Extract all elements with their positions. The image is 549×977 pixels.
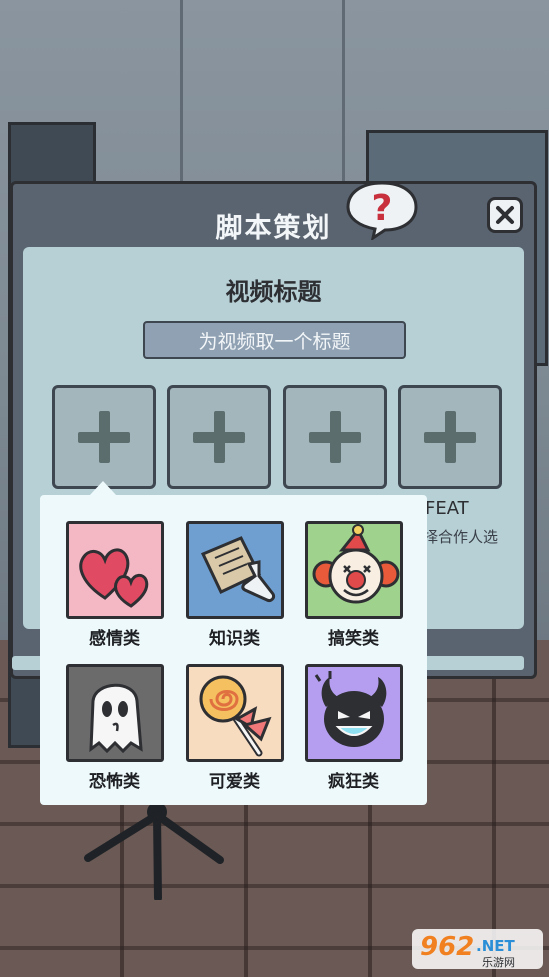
paper-flask-icon bbox=[185, 521, 284, 619]
site-watermark-logo: 962 .NET 乐游网 bbox=[412, 929, 543, 969]
lollipop-icon bbox=[185, 664, 284, 762]
category-label: 感情类 bbox=[89, 629, 140, 649]
devil-icon bbox=[304, 664, 403, 762]
category-label: 疯狂类 bbox=[328, 772, 379, 792]
category-label: 恐怖类 bbox=[89, 772, 140, 792]
category-label: 知识类 bbox=[209, 629, 260, 649]
feat-label: FEAT bbox=[425, 498, 469, 519]
svg-text:?: ? bbox=[372, 188, 393, 229]
video-title-input[interactable]: 为视频取一个标题 bbox=[143, 321, 406, 359]
svg-text:乐游网: 乐游网 bbox=[482, 956, 515, 969]
collab-hint: 择合作人选 bbox=[423, 528, 499, 546]
close-button[interactable] bbox=[487, 197, 523, 233]
category-knowledge[interactable]: 知识类 bbox=[183, 521, 286, 649]
video-title-heading: 视频标题 bbox=[225, 278, 322, 306]
popup-pointer bbox=[89, 481, 117, 496]
close-icon bbox=[496, 206, 514, 224]
category-label: 可爱类 bbox=[209, 772, 260, 792]
dialog-title: 脚本策划 bbox=[215, 213, 332, 244]
svg-text:962: 962 bbox=[420, 932, 474, 962]
add-slot-button[interactable] bbox=[167, 385, 271, 489]
svg-text:.NET: .NET bbox=[476, 937, 515, 955]
category-romance[interactable]: 感情类 bbox=[63, 521, 166, 649]
category-cute[interactable]: 可爱类 bbox=[183, 664, 286, 792]
ghost-icon bbox=[65, 664, 164, 762]
category-crazy[interactable]: 疯狂类 bbox=[302, 664, 405, 792]
question-mark-icon[interactable]: ? bbox=[345, 180, 419, 240]
hearts-icon bbox=[65, 521, 164, 619]
category-horror[interactable]: 恐怖类 bbox=[63, 664, 166, 792]
add-slot-button[interactable] bbox=[283, 385, 387, 489]
category-label: 搞笑类 bbox=[328, 629, 379, 649]
clown-icon bbox=[304, 521, 403, 619]
tripod-icon bbox=[84, 802, 224, 900]
add-slot-button[interactable] bbox=[52, 385, 156, 489]
add-slot-button[interactable] bbox=[398, 385, 502, 489]
category-comedy[interactable]: 搞笑类 bbox=[302, 521, 405, 649]
